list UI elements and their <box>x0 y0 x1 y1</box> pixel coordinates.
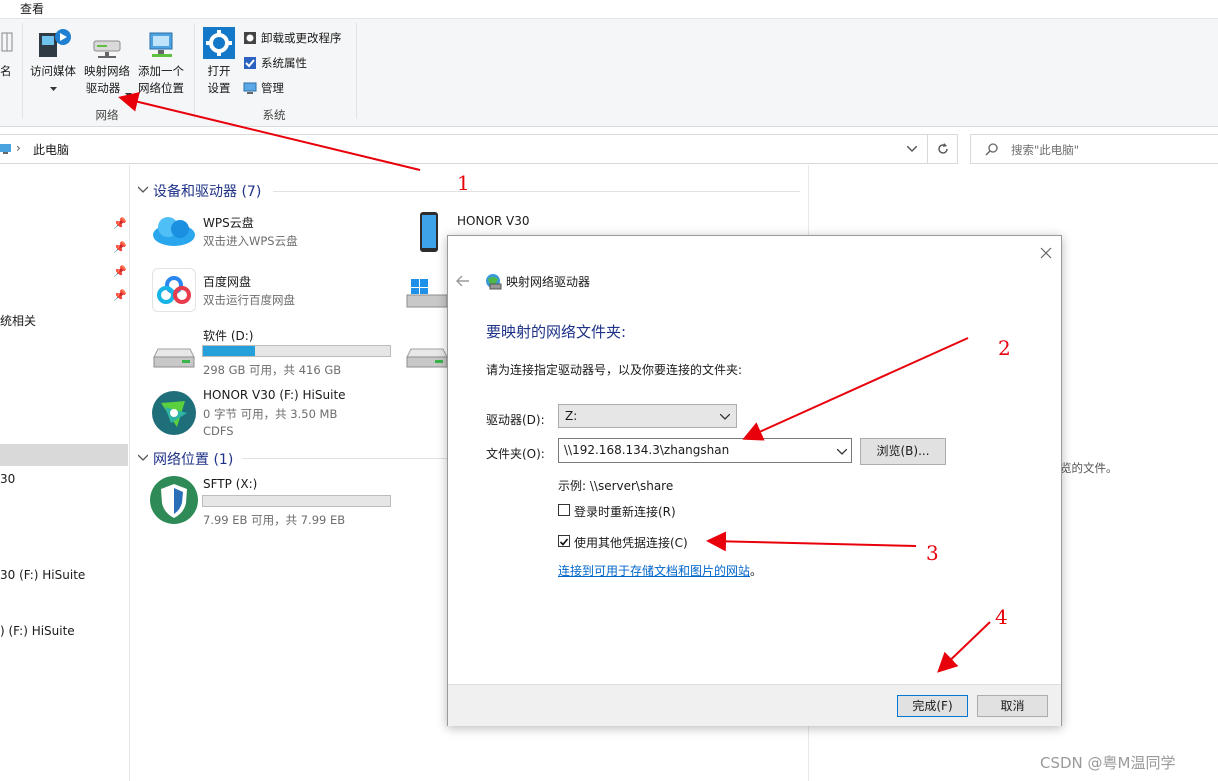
watermark: CSDN @粤M温同学 <box>1040 754 1176 772</box>
annotation-number-4: 4 <box>995 605 1008 629</box>
annotation-arrows <box>118 92 991 673</box>
annotation-number-1: 1 <box>457 171 470 195</box>
annotation-number-3: 3 <box>926 541 939 565</box>
annotation-number-2: 2 <box>998 336 1011 360</box>
annotation-arrow-1 <box>118 92 421 171</box>
annotation-arrow-4 <box>937 621 991 673</box>
annotation-arrow-3 <box>706 531 917 552</box>
annotation-arrow-2 <box>742 337 969 441</box>
